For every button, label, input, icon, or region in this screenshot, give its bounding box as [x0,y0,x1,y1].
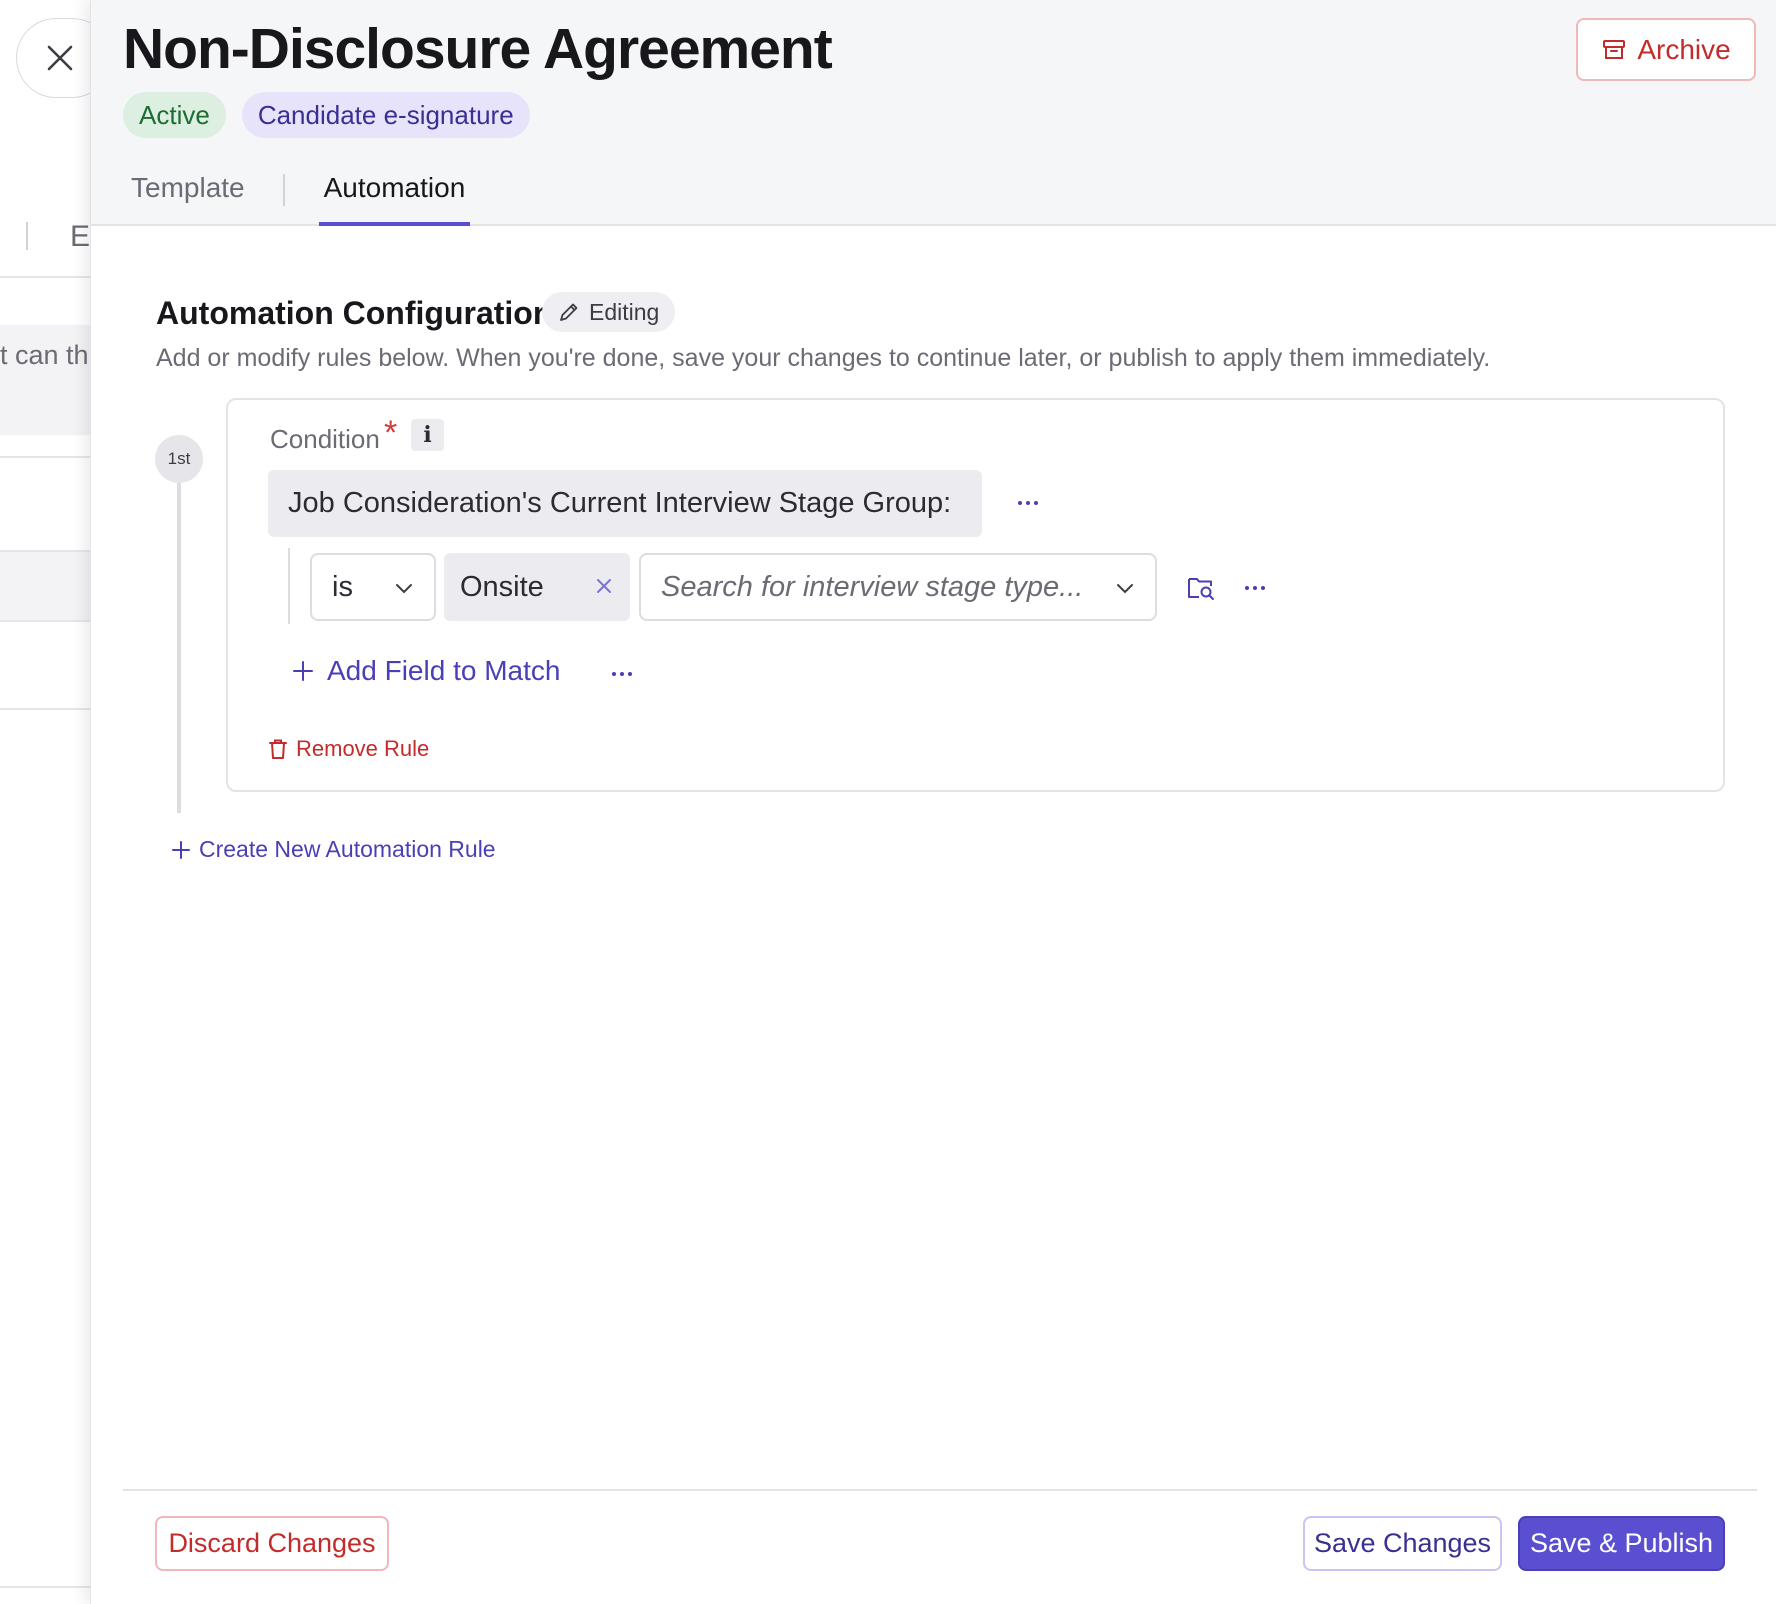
background-page: E t can th [0,0,90,1604]
editing-label: Editing [589,298,660,325]
more-icon [1245,586,1249,590]
background-divider [0,708,90,710]
trash-icon [269,739,287,759]
archive-label: Archive [1637,33,1731,65]
template-drawer: Non-Disclosure Agreement Active Candidat… [90,0,1776,1604]
background-divider [0,276,90,278]
remove-rule-button[interactable]: Remove Rule [268,736,429,762]
tab-automation[interactable]: Automation [318,168,471,226]
status-badge-active: Active [123,92,226,138]
archive-icon [1603,39,1626,59]
drawer-header: Non-Disclosure Agreement Active Candidat… [91,0,1776,226]
close-icon [47,45,73,71]
background-tab-divider [26,222,28,250]
tab-divider [282,174,285,206]
automation-rule-card: Condition * i Job Consideration's Curren… [226,398,1725,792]
remove-rule-label: Remove Rule [296,736,430,761]
archive-button[interactable]: Archive [1576,18,1756,81]
create-automation-rule-button[interactable]: Create New Automation Rule [171,836,496,863]
tab-template[interactable]: Template [127,168,249,226]
plus-icon [172,840,190,859]
background-divider [0,1586,90,1588]
plus-icon [293,661,313,681]
rule-step-indicator: 1st [155,435,203,483]
chevron-down-icon [1117,584,1133,594]
section-description: Add or modify rules below. When you're d… [156,344,1491,372]
required-indicator: * [384,414,398,452]
operator-select[interactable]: is [310,553,436,621]
background-text: t can th [0,340,89,370]
info-icon[interactable]: i [411,419,444,451]
rule-timeline [177,483,181,813]
save-changes-button[interactable]: Save Changes [1303,1516,1502,1571]
editing-badge: Editing [542,292,676,332]
pencil-icon [560,303,578,321]
search-placeholder: Search for interview stage type... [661,570,1084,603]
tab-bar: Template Automation [127,168,471,226]
more-icon [612,672,616,676]
add-field-to-match-button[interactable]: Add Field to Match [291,655,560,687]
condition-field-chip[interactable]: Job Consideration's Current Interview St… [268,470,982,537]
add-field-more-options-button[interactable] [600,658,644,690]
match-more-options-button[interactable] [1233,572,1277,604]
add-field-label: Add Field to Match [327,655,561,686]
background-divider [0,456,90,458]
remove-value-icon[interactable] [595,577,613,595]
selected-value-label: Onsite [460,570,544,603]
match-indent-line [288,548,290,624]
page-title: Non-Disclosure Agreement [123,17,833,81]
section-title: Automation Configuration [156,295,553,331]
background-divider [0,620,90,622]
create-rule-label: Create New Automation Rule [199,836,496,862]
footer-divider [123,1489,1757,1491]
field-more-options-button[interactable] [1006,487,1050,519]
interview-stage-search[interactable]: Search for interview stage type... [639,553,1157,621]
more-icon [1018,501,1022,505]
chevron-down-icon [396,584,412,594]
operator-value: is [332,570,353,603]
discard-changes-button[interactable]: Discard Changes [155,1516,389,1571]
save-and-publish-button[interactable]: Save & Publish [1518,1516,1725,1571]
status-badges: Active Candidate e-signature [123,92,530,138]
lookup-browse-icon[interactable] [1186,572,1216,602]
background-row [0,552,90,620]
condition-label: Condition [270,424,380,454]
background-tab-label[interactable]: E [70,220,90,254]
background-close-button[interactable] [16,18,90,98]
type-badge: Candidate e-signature [241,92,530,138]
